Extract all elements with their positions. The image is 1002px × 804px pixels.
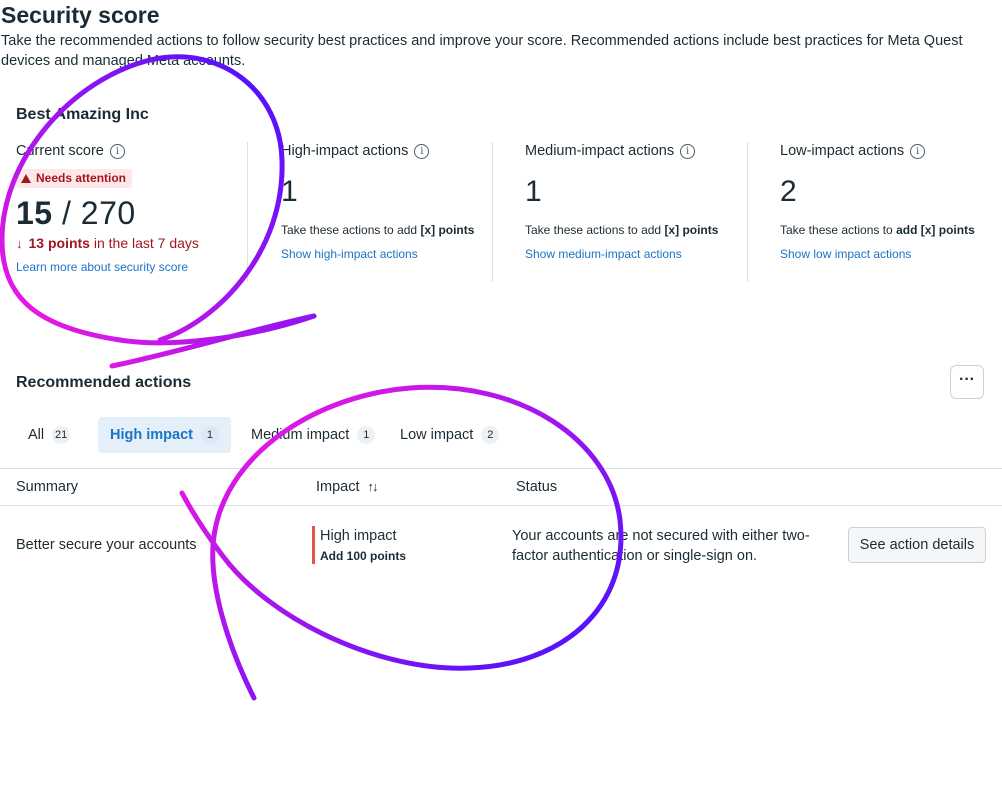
tab-label: Low impact	[400, 427, 474, 443]
medium-impact-heading: Medium-impact actions i	[525, 142, 747, 160]
row-impact: High impact	[320, 528, 397, 544]
score-total: 270	[80, 195, 136, 231]
low-impact-desc-text: Take these actions to	[780, 223, 893, 237]
tab-all[interactable]: All 21	[16, 417, 82, 453]
impact-indicator	[312, 526, 315, 564]
tab-count: 1	[200, 426, 219, 444]
medium-impact-card: Medium-impact actions i 1 Take these acti…	[492, 142, 747, 282]
low-impact-description: Take these actions to add [x] points	[780, 222, 1002, 238]
low-impact-heading: Low-impact actions i	[780, 142, 1002, 160]
sort-icon[interactable]: ↑↓	[368, 479, 379, 494]
tab-low-impact[interactable]: Low impact 2	[388, 417, 511, 453]
badge-label: Needs attention	[36, 171, 127, 185]
medium-impact-count: 1	[525, 175, 542, 208]
show-low-impact-link[interactable]: Show low impact actions	[780, 246, 1002, 262]
tab-label: Medium impact	[251, 427, 350, 443]
high-impact-count: 1	[281, 175, 298, 208]
row-points: Add 100 points	[320, 549, 407, 563]
show-high-impact-link[interactable]: Show high-impact actions	[281, 246, 525, 262]
current-score-card: Current score i Needs attention 15 / 270 …	[16, 142, 236, 282]
tab-count: 1	[357, 426, 376, 444]
info-icon[interactable]: i	[910, 144, 926, 159]
medium-impact-description: Take these actions to add [x] points	[525, 222, 747, 238]
info-icon[interactable]: i	[680, 144, 696, 159]
column-impact[interactable]: Impact ↑↓	[316, 469, 379, 505]
medium-impact-desc-text: Take these actions to add	[525, 223, 662, 237]
info-icon[interactable]: i	[109, 144, 125, 159]
medium-impact-label: Medium-impact actions	[525, 143, 675, 159]
high-impact-desc-text: Take these actions to add	[281, 223, 418, 237]
score-separator: /	[61, 195, 72, 231]
low-impact-count: 2	[780, 175, 797, 208]
page-description: Take the recommended actions to follow s…	[1, 33, 963, 69]
high-impact-description: Take these actions to add [x] points	[281, 222, 525, 238]
see-action-details-button[interactable]: See action details	[848, 527, 986, 563]
high-impact-heading: High-impact actions i	[281, 142, 525, 160]
low-impact-points: add [x] points	[896, 223, 975, 237]
row-summary: Better secure your accounts	[16, 537, 197, 553]
column-summary: Summary	[16, 479, 79, 495]
score-change-period: in the last 7 days	[93, 235, 199, 251]
tab-count: 2	[481, 426, 500, 444]
tab-high-impact[interactable]: High impact 1	[98, 417, 231, 453]
annotation-overlay	[0, 54, 624, 701]
column-impact-label: Impact	[316, 479, 360, 495]
info-icon[interactable]: i	[414, 144, 430, 159]
score-change: ↓ 13 points in the last 7 days	[16, 234, 236, 253]
company-name: Best Amazing Inc	[16, 106, 149, 123]
page-title: Security score	[1, 2, 160, 28]
recommended-actions-title: Recommended actions	[16, 374, 192, 391]
warning-icon	[21, 174, 31, 183]
more-icon: ···	[959, 371, 975, 388]
column-status: Status	[516, 479, 558, 495]
low-impact-label: Low-impact actions	[780, 143, 905, 159]
table-header: Summary Impact ↑↓ Status	[0, 468, 1002, 506]
needs-attention-badge: Needs attention	[16, 169, 133, 188]
learn-more-link[interactable]: Learn more about security score	[16, 259, 236, 275]
score-change-points: 13 points	[28, 235, 90, 251]
score-current: 15	[16, 195, 53, 231]
tab-medium-impact[interactable]: Medium impact 1	[239, 417, 387, 453]
tab-label: High impact	[110, 427, 193, 443]
table-row: Better secure your accounts High impact …	[0, 506, 1002, 586]
tab-count: 21	[52, 426, 71, 444]
high-impact-points: [x] points	[420, 223, 475, 237]
current-score-label: Current score	[16, 143, 104, 159]
low-impact-card: Low-impact actions i 2 Take these actions…	[747, 142, 1002, 282]
tab-label: All	[28, 427, 45, 443]
medium-impact-points: [x] points	[664, 223, 719, 237]
show-medium-impact-link[interactable]: Show medium-impact actions	[525, 246, 747, 262]
high-impact-card: High-impact actions i 1 Take these action…	[247, 142, 525, 282]
row-status: Your accounts are not secured with eithe…	[512, 528, 810, 564]
score-value: 15 / 270	[16, 194, 236, 232]
current-score-heading: Current score i	[16, 142, 236, 160]
high-impact-label: High-impact actions	[281, 143, 409, 159]
arrow-down-icon: ↓	[16, 236, 23, 251]
more-options-button[interactable]: ···	[950, 365, 984, 399]
